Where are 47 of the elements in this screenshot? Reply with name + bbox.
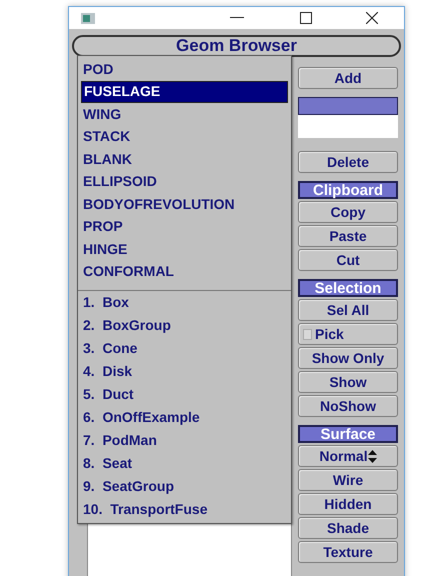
panel-button[interactable]: Cut [298, 249, 398, 271]
menu-item[interactable]: PROP [81, 216, 288, 238]
panel-button[interactable]: Delete [298, 151, 398, 173]
close-icon[interactable] [366, 12, 378, 24]
panel-button[interactable]: Copy [298, 201, 398, 223]
menu-item[interactable]: WING [81, 103, 288, 126]
panel-button[interactable]: Shade [298, 517, 398, 539]
app-icon [81, 12, 95, 24]
menu-item[interactable]: 2. BoxGroup [81, 314, 288, 337]
section-header: Clipboard [298, 181, 398, 199]
menu-item[interactable]: STACK [81, 126, 288, 148]
panel-button[interactable]: Texture [298, 541, 398, 563]
menu-item[interactable]: HINGE [81, 238, 288, 260]
menu-item[interactable]: POD [81, 58, 288, 80]
checkbox-label: Pick [315, 324, 344, 344]
menu-item[interactable]: 7. PodMan [81, 429, 288, 452]
panel-button[interactable]: Show [298, 371, 398, 393]
menu-item[interactable]: 9. SeatGroup [81, 475, 288, 498]
menu-item[interactable]: 8. Seat [81, 452, 288, 475]
menu-item[interactable]: BLANK [81, 148, 288, 170]
surface-select[interactable]: Normal [298, 445, 398, 467]
minimize-icon[interactable] [230, 17, 244, 19]
window-title: Geom Browser [72, 35, 401, 57]
section-header: Surface [298, 425, 398, 443]
panel-button[interactable]: Add [298, 67, 398, 89]
name-field[interactable] [298, 115, 398, 138]
menu-item[interactable]: 3. Cone [81, 337, 288, 360]
menu-item[interactable]: 5. Duct [81, 383, 288, 406]
menu-item[interactable]: FUSELAGE [81, 80, 288, 103]
menu-item[interactable]: 4. Disk [81, 360, 288, 383]
menu-item[interactable]: 1. Box [81, 291, 288, 314]
maximize-icon[interactable] [300, 12, 312, 24]
menu-item[interactable]: 6. OnOffExample [81, 406, 288, 429]
panel-button[interactable]: NoShow [298, 395, 398, 417]
updown-icon [368, 450, 377, 462]
section-header: Selection [298, 279, 398, 297]
menu-item[interactable]: ELLIPSOID [81, 170, 288, 193]
panel-button[interactable]: Paste [298, 225, 398, 247]
panel-button[interactable]: Hidden [298, 493, 398, 515]
menu-item[interactable]: CONFORMAL [81, 260, 288, 283]
menu-item[interactable]: BODYOFREVOLUTION [81, 193, 288, 216]
panel-button[interactable]: Wire [298, 469, 398, 491]
panel-button[interactable]: Show Only [298, 347, 398, 369]
panel-button[interactable]: Sel All [298, 299, 398, 321]
menu-item[interactable]: 10. TransportFuse [81, 498, 288, 521]
pick-toggle[interactable]: Pick [298, 323, 398, 345]
checkbox[interactable] [303, 328, 312, 340]
